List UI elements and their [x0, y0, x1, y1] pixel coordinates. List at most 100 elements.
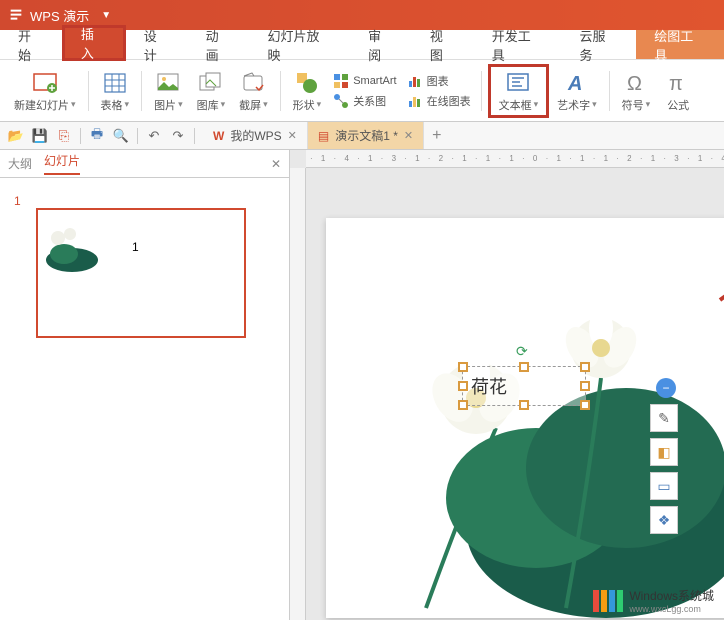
new-tab-button[interactable]: +	[424, 127, 449, 145]
resize-handle[interactable]	[580, 400, 590, 410]
wps-tab-icon: W	[213, 129, 224, 143]
svg-text:A: A	[567, 73, 582, 95]
ribbon-equation[interactable]: π 公式	[658, 64, 698, 117]
lotus-thumb-image	[42, 222, 102, 272]
ribbon-separator	[280, 71, 281, 111]
canvas-area: · 1 · 4 · 1 · 3 · 1 · 2 · 1 · 1 · 1 · 0 …	[290, 150, 724, 620]
resize-handle[interactable]	[519, 362, 529, 372]
ribbon-onlinechart[interactable]: 在线图表	[407, 93, 471, 109]
relation-icon	[333, 93, 349, 109]
ribbon-separator	[609, 71, 610, 111]
caret-icon: ▾	[178, 99, 183, 110]
menu-design[interactable]: 设计	[126, 30, 188, 59]
caret-icon: ▾	[592, 99, 597, 110]
resize-handle[interactable]	[580, 381, 590, 391]
rotate-handle-icon[interactable]: ⟳	[516, 343, 532, 359]
tab-wps-home[interactable]: W 我的WPS ✕	[203, 122, 308, 149]
app-logo: WPS 演示 ▼	[8, 6, 111, 25]
panel-tab-outline[interactable]: 大纲	[8, 155, 32, 172]
svg-text:Ω: Ω	[627, 73, 642, 95]
resize-handle[interactable]	[458, 400, 468, 410]
resize-handle[interactable]	[458, 362, 468, 372]
smartart-icon	[333, 73, 349, 89]
main-area: 大纲 幻灯片 ✕ 1 1 · 1 · 4 · 1 · 3 · 1 · 2 · 1…	[0, 150, 724, 620]
menu-review[interactable]: 审阅	[350, 30, 412, 59]
close-icon[interactable]: ✕	[404, 129, 413, 142]
watermark-title: Windows系统城	[629, 587, 714, 604]
ribbon-table-label: 表格	[101, 97, 123, 113]
app-menu-dropdown-icon[interactable]: ▼	[101, 10, 111, 21]
resize-handle[interactable]	[458, 381, 468, 391]
ribbon-wordart[interactable]: A 艺术字▾	[551, 64, 603, 117]
outline-tool-icon[interactable]: ▭	[650, 472, 678, 500]
ribbon: 新建幻灯片▾ 表格▾ 图片▾ 图库▾ 截屏▾ 形状▾ SmartArt 关系图 …	[0, 60, 724, 122]
menu-animation[interactable]: 动画	[188, 30, 250, 59]
open-icon[interactable]: 📂	[8, 128, 24, 144]
watermark-url: www.wxcLgg.com	[629, 604, 714, 614]
menu-view[interactable]: 视图	[412, 30, 474, 59]
ribbon-new-slide[interactable]: 新建幻灯片▾	[8, 64, 82, 117]
qat-separator	[80, 128, 81, 144]
ribbon-gallery[interactable]: 图库▾	[191, 64, 232, 117]
presentation-tab-icon: ▤	[318, 129, 329, 143]
ribbon-smartart[interactable]: SmartArt	[333, 73, 396, 89]
ribbon-picture-label: 图片	[154, 97, 176, 113]
ribbon-new-slide-label: 新建幻灯片	[14, 97, 69, 113]
menu-slideshow[interactable]: 幻灯片放映	[249, 30, 350, 59]
caret-icon: ▾	[221, 99, 226, 110]
ribbon-picture[interactable]: 图片▾	[148, 64, 189, 117]
caret-icon: ▾	[646, 99, 651, 110]
textbox-highlight-box: 文本框▾	[488, 64, 550, 118]
screenshot-icon	[239, 69, 267, 97]
arrange-tool-icon[interactable]: ❖	[650, 506, 678, 534]
textbox-selected[interactable]: ⟳ 荷花	[462, 366, 586, 406]
ribbon-shapes[interactable]: 形状▾	[287, 64, 328, 117]
undo-icon[interactable]: ↶	[146, 128, 162, 144]
resize-handle[interactable]	[580, 362, 590, 372]
menu-start[interactable]: 开始	[0, 30, 62, 59]
menu-devtools[interactable]: 开发工具	[474, 30, 562, 59]
ribbon-screenshot[interactable]: 截屏▾	[233, 64, 274, 117]
save-icon[interactable]: 💾	[32, 128, 48, 144]
ribbon-relation-label: 关系图	[353, 93, 386, 109]
menu-insert[interactable]: 插入	[62, 25, 126, 61]
slide-thumbnail-1[interactable]: 1	[36, 208, 246, 338]
preview-icon[interactable]: 🔍	[113, 128, 129, 144]
gallery-icon	[197, 69, 225, 97]
ribbon-symbol[interactable]: Ω 符号▾	[616, 64, 657, 117]
export-icon[interactable]: ⎘	[56, 128, 72, 144]
ribbon-shapes-label: 形状	[293, 97, 315, 113]
online-chart-icon	[407, 93, 423, 109]
slide-thumbnails: 1 1	[0, 178, 289, 620]
ribbon-smartart-label: SmartArt	[353, 75, 396, 87]
menu-cloud[interactable]: 云服务	[561, 30, 636, 59]
fill-tool-icon[interactable]: ◧	[650, 438, 678, 466]
tab-doc1[interactable]: ▤ 演示文稿1 * ✕	[308, 122, 424, 149]
caret-icon: ▾	[71, 99, 76, 110]
ribbon-textbox[interactable]: 文本框▾	[493, 69, 545, 113]
close-icon[interactable]: ✕	[288, 129, 297, 142]
ribbon-chart[interactable]: 图表	[407, 73, 471, 89]
ribbon-relation[interactable]: 关系图	[333, 93, 396, 109]
slide-number: 1	[14, 194, 21, 208]
edit-tool-icon[interactable]: ✎	[650, 404, 678, 432]
qat-separator	[137, 128, 138, 144]
ribbon-table[interactable]: 表格▾	[95, 64, 136, 117]
ribbon-wordart-label: 艺术字	[557, 97, 590, 113]
menu-drawtools[interactable]: 绘图工具	[636, 30, 724, 59]
panel-close-icon[interactable]: ✕	[271, 157, 281, 171]
redo-icon[interactable]: ↷	[170, 128, 186, 144]
resize-handle[interactable]	[519, 400, 529, 410]
wordart-icon: A	[563, 69, 591, 97]
ribbon-chart-label: 图表	[427, 73, 449, 89]
panel-tabs: 大纲 幻灯片 ✕	[0, 150, 289, 178]
delete-shape-icon[interactable]: −	[656, 378, 676, 398]
ribbon-symbol-label: 符号	[622, 97, 644, 113]
print-icon[interactable]: 🖶	[89, 128, 105, 144]
chart-icon	[407, 73, 423, 89]
wps-logo-icon	[8, 7, 24, 23]
ribbon-screenshot-label: 截屏	[239, 97, 261, 113]
ribbon-gallery-label: 图库	[197, 97, 219, 113]
panel-tab-slides[interactable]: 幻灯片	[44, 152, 80, 175]
qat-separator	[194, 128, 195, 144]
